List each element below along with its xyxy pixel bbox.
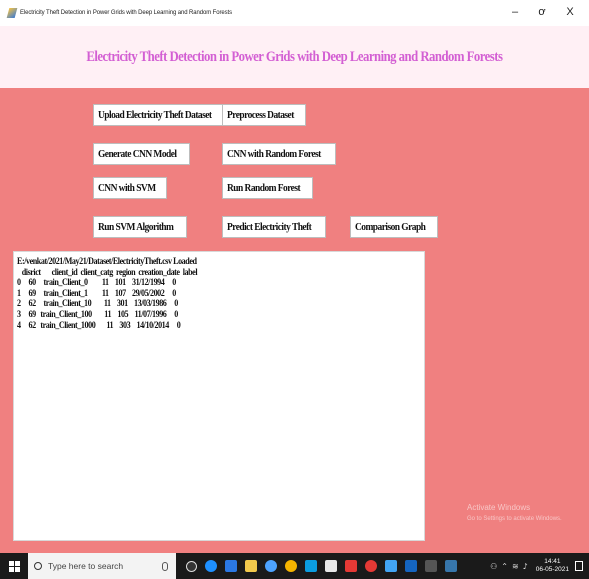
word-icon[interactable]: [405, 560, 417, 572]
windows-start-icon[interactable]: [9, 560, 20, 572]
upload-dataset-button[interactable]: Upload Electricity Theft Dataset: [93, 104, 230, 126]
activate-windows-title: Activate Windows: [467, 503, 531, 512]
output-line: 1 69 train_Client_1 11 107 29/05/2002 0: [17, 287, 176, 298]
system-tray: ⚇ ⌃ ≋ ♪ 14:41 06-05-2021: [488, 553, 583, 579]
generate-cnn-label: Generate CNN Model: [98, 148, 177, 160]
taskbar-pinned-apps: [182, 560, 461, 572]
wifi-icon[interactable]: ≋: [512, 562, 519, 571]
run-svm-button[interactable]: Run SVM Algorithm: [93, 216, 187, 238]
notification-center-icon[interactable]: [575, 561, 583, 571]
window-title: Electricity Theft Detection in Power Gri…: [20, 10, 232, 16]
cnn-random-forest-button[interactable]: CNN with Random Forest: [222, 143, 337, 165]
comparison-graph-button[interactable]: Comparison Graph: [350, 216, 439, 238]
output-line: 4 62 train_Client_1000 11 303 14/10/2014…: [17, 319, 181, 330]
output-line: E:/venkat/2021/May21/Dataset/Electricity…: [17, 256, 197, 266]
cnn-svm-label: CNN with SVM: [98, 182, 156, 194]
editor-icon[interactable]: [385, 560, 397, 572]
preprocess-dataset-button[interactable]: Preprocess Dataset: [222, 104, 307, 126]
store-icon[interactable]: [225, 560, 237, 572]
taskbar: Type here to search ⚇ ⌃ ≋ ♪ 14:41 06-05-…: [0, 553, 589, 579]
search-icon: [34, 562, 42, 570]
microphone-icon[interactable]: [162, 561, 168, 571]
app-icon-blue[interactable]: [305, 560, 317, 572]
pdf-reader-icon[interactable]: [345, 560, 357, 572]
output-line: 0 60 train_Client_0 11 101 31/12/1994 0: [17, 277, 176, 288]
maximize-button[interactable]: ơ: [535, 6, 549, 18]
cnn-svm-button[interactable]: CNN with SVM: [93, 177, 167, 199]
run-random-forest-button[interactable]: Run Random Forest: [222, 177, 314, 199]
cnn-random-forest-label: CNN with Random Forest: [227, 148, 321, 160]
preprocess-dataset-label: Preprocess Dataset: [227, 109, 294, 121]
run-random-forest-label: Run Random Forest: [227, 182, 301, 194]
output-line: 3 69 train_Client_100 11 105 11/07/1996 …: [17, 308, 178, 319]
clock-date: 06-05-2021: [535, 566, 569, 573]
page-title: Electricity Theft Detection in Power Gri…: [86, 48, 503, 65]
close-button[interactable]: X: [563, 6, 577, 18]
volume-icon[interactable]: ♪: [523, 562, 528, 571]
run-svm-label: Run SVM Algorithm: [98, 221, 174, 233]
generate-cnn-button[interactable]: Generate CNN Model: [93, 143, 191, 165]
predict-theft-label: Predict Electricity Theft: [227, 221, 312, 233]
chrome-icon[interactable]: [285, 560, 297, 572]
app-feather-icon: [6, 8, 18, 18]
output-line: 2 62 train_Client_10 11 301 13/03/1986 0: [17, 298, 178, 309]
notepad-icon[interactable]: [325, 560, 337, 572]
upload-dataset-label: Upload Electricity Theft Dataset: [98, 109, 212, 121]
window-titlebar: Electricity Theft Detection in Power Gri…: [0, 0, 589, 26]
taskbar-clock[interactable]: 14:41 06-05-2021: [536, 558, 569, 574]
python-icon[interactable]: [445, 560, 457, 572]
minimize-button[interactable]: –: [508, 6, 522, 18]
taskbar-search-box[interactable]: Type here to search: [28, 553, 176, 579]
media-player-icon[interactable]: [365, 560, 377, 572]
predict-theft-button[interactable]: Predict Electricity Theft: [222, 216, 326, 238]
task-view-icon[interactable]: [186, 560, 197, 572]
app-header: Electricity Theft Detection in Power Gri…: [0, 26, 589, 88]
activate-windows-hint: Go to Settings to activate Windows.: [467, 516, 562, 522]
photos-icon[interactable]: [265, 560, 277, 572]
edge-browser-icon[interactable]: [205, 560, 217, 572]
clock-time: 14:41: [544, 558, 561, 565]
file-explorer-icon[interactable]: [245, 560, 257, 572]
comparison-graph-label: Comparison Graph: [355, 221, 426, 233]
terminal-icon[interactable]: [425, 560, 437, 572]
chevron-up-icon[interactable]: ⌃: [501, 562, 508, 571]
people-icon[interactable]: ⚇: [490, 562, 497, 571]
search-placeholder: Type here to search: [48, 561, 124, 571]
output-line: disrict client_id client_catg region cre…: [17, 266, 198, 277]
output-text-area[interactable]: E:/venkat/2021/May21/Dataset/Electricity…: [13, 251, 425, 541]
